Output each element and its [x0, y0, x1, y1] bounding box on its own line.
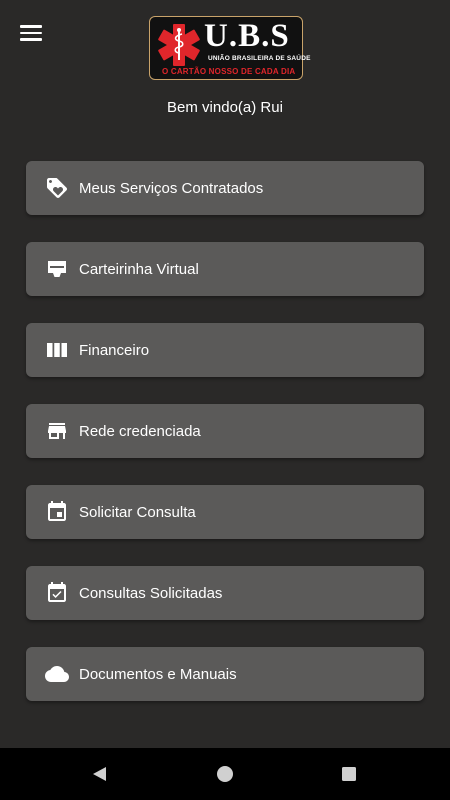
- menu-item-label: Carteirinha Virtual: [79, 260, 199, 278]
- menu-item-rede[interactable]: Rede credenciada: [26, 404, 424, 458]
- logo-subtitle: UNIÃO BRASILEIRA DE SAÚDE: [208, 55, 311, 62]
- hamburger-menu-button[interactable]: [16, 20, 46, 46]
- menu-item-carteirinha[interactable]: Carteirinha Virtual: [26, 242, 424, 296]
- star-of-life-icon: [158, 24, 200, 66]
- cloud-icon: [44, 661, 70, 687]
- home-icon: [217, 766, 233, 782]
- app-screen: U.B.S UNIÃO BRASILEIRA DE SAÚDE O CARTÃO…: [0, 0, 450, 748]
- hamburger-menu-icon: [20, 25, 42, 28]
- menu-item-documentos[interactable]: Documentos e Manuais: [26, 647, 424, 701]
- menu-item-label: Consultas Solicitadas: [79, 584, 223, 602]
- menu-item-label: Solicitar Consulta: [79, 503, 196, 521]
- menu-item-solicitar-consulta[interactable]: Solicitar Consulta: [26, 485, 424, 539]
- menu-item-label: Documentos e Manuais: [79, 665, 237, 683]
- system-nav-bar: [0, 748, 450, 800]
- columns-icon: [44, 337, 70, 363]
- recents-button[interactable]: [323, 748, 375, 800]
- ubs-logo: U.B.S UNIÃO BRASILEIRA DE SAÚDE O CARTÃO…: [149, 16, 310, 80]
- logo-tagline: O CARTÃO NOSSO DE CADA DIA: [162, 67, 296, 76]
- back-icon: [93, 767, 106, 781]
- recents-icon: [342, 767, 356, 781]
- menu-item-financeiro[interactable]: Financeiro: [26, 323, 424, 377]
- card-icon: [44, 256, 70, 282]
- calendar-icon: [44, 499, 70, 525]
- store-icon: [44, 418, 70, 444]
- logo-brand: U.B.S: [204, 18, 290, 54]
- calendar-check-icon: [44, 580, 70, 606]
- menu-item-label: Meus Serviços Contratados: [79, 179, 264, 197]
- menu-item-servicos[interactable]: Meus Serviços Contratados: [26, 161, 424, 215]
- menu-item-label: Financeiro: [79, 341, 150, 359]
- main-menu: Meus Serviços Contratados Carteirinha Vi…: [26, 161, 424, 728]
- tag-heart-icon: [44, 175, 70, 201]
- welcome-text: Bem vindo(a) Rui: [167, 99, 283, 116]
- menu-item-label: Rede credenciada: [79, 422, 201, 440]
- home-button[interactable]: [199, 748, 251, 800]
- back-button[interactable]: [73, 748, 125, 800]
- menu-item-consultas-solicitadas[interactable]: Consultas Solicitadas: [26, 566, 424, 620]
